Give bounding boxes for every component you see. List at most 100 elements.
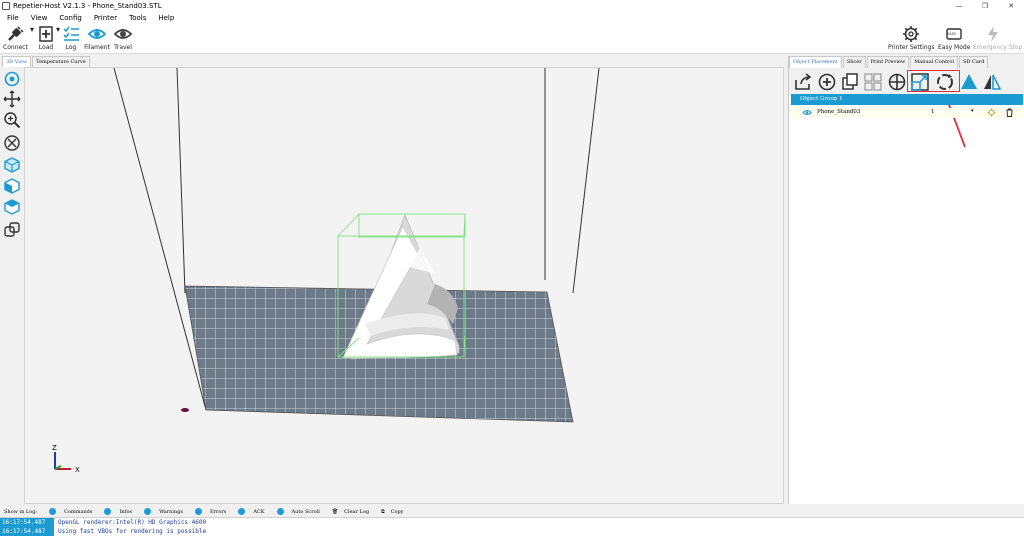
- cut-object-icon[interactable]: [959, 72, 979, 92]
- 3d-viewport[interactable]: Z X: [24, 67, 784, 504]
- visibility-eye-icon[interactable]: [802, 109, 812, 116]
- connect-button[interactable]: Connect: [3, 25, 28, 53]
- filament-label: Filament: [84, 44, 110, 51]
- export-icon[interactable]: [793, 72, 813, 92]
- build-volume-scene: Z X: [52, 68, 600, 474]
- front-view-cube-icon[interactable]: [3, 156, 21, 174]
- log-toolbar: Show in Log: Commands Infos Warnings Err…: [0, 506, 1024, 517]
- minimize-button[interactable]: —: [946, 0, 972, 12]
- eye-icon: [113, 29, 133, 39]
- menu-printer[interactable]: Printer: [87, 12, 122, 24]
- tab-3d-view[interactable]: 3D View: [2, 56, 32, 67]
- easy-badge: EASY: [947, 32, 956, 36]
- zoom-icon[interactable]: [3, 111, 21, 129]
- lightning-icon: [988, 26, 998, 42]
- tab-manual-control[interactable]: Manual Control: [910, 56, 958, 68]
- log-message: Using fast VBOs for rendering is possibl…: [58, 528, 207, 535]
- scale-rotate-highlight: [907, 70, 960, 92]
- title-bar: Repetier-Host V2.1.3 - Phone_Stand03.STL…: [0, 0, 1024, 12]
- center-object-icon[interactable]: [887, 72, 907, 92]
- app-icon: [2, 2, 10, 10]
- filament-button[interactable]: Filament: [84, 25, 110, 53]
- log-filter-infos[interactable]: Infos: [104, 508, 132, 515]
- log-button[interactable]: Log: [62, 25, 80, 53]
- printer-settings-button[interactable]: Printer Settings: [888, 25, 934, 53]
- log-auto-scroll[interactable]: Auto Scroll: [276, 508, 320, 515]
- load-file-icon: [39, 26, 53, 42]
- load-dropdown-icon[interactable]: ▾: [56, 25, 60, 53]
- log-filter-errors[interactable]: Errors: [194, 508, 226, 515]
- log-line: 16:17:54.487 Using fast VBOs for renderi…: [0, 527, 1024, 536]
- rotate-view-icon[interactable]: [3, 70, 21, 88]
- repetier-host-window: Repetier-Host V2.1.3 - Phone_Stand03.STL…: [0, 0, 1024, 543]
- tab-print-preview[interactable]: Print Preview: [866, 56, 910, 68]
- load-label: Load: [38, 44, 54, 51]
- object-row[interactable]: Phone_Stand03 1 ▾: [791, 108, 1023, 118]
- axis-indicator: [54, 452, 71, 470]
- load-button[interactable]: Load: [37, 25, 55, 53]
- emergency-stop-button[interactable]: Emergency Stop: [973, 25, 1023, 53]
- origin-marker: [181, 408, 189, 412]
- reset-view-icon[interactable]: [3, 134, 21, 152]
- toggle-dot-icon: [104, 508, 112, 515]
- log-filter-warnings[interactable]: Warnings: [144, 508, 183, 515]
- log-filter-commands[interactable]: Commands: [49, 508, 92, 515]
- menu-help[interactable]: Help: [151, 12, 179, 24]
- log-list-icon: [63, 26, 79, 41]
- copy-object-icon[interactable]: [840, 72, 860, 92]
- eye-icon: [87, 29, 107, 39]
- printer-settings-label: Printer Settings: [888, 44, 935, 51]
- connect-dropdown-icon[interactable]: ▾: [30, 25, 34, 53]
- log-message: OpenGL renderer:Intel(R) HD Graphics 460…: [58, 519, 207, 526]
- menu-view[interactable]: View: [24, 12, 53, 24]
- log-output[interactable]: 16:17:54.487 OpenGL renderer:Intel(R) HD…: [0, 517, 1024, 543]
- copy-icon: ⧉: [381, 508, 385, 515]
- tab-temperature-curve[interactable]: Temperature Curve: [32, 56, 90, 67]
- right-panel-tabs: Object Placement Slicer Print Preview Ma…: [789, 56, 1024, 68]
- log-filter-ack[interactable]: ACK: [238, 508, 265, 515]
- right-panel: Object Placement Slicer Print Preview Ma…: [788, 56, 1024, 504]
- log-line: 16:17:54.487 OpenGL renderer:Intel(R) HD…: [0, 518, 1024, 527]
- log-timestamp: 16:17:54.487: [0, 518, 54, 527]
- mirror-object-icon[interactable]: [982, 72, 1002, 92]
- menu-bar: File View Config Printer Tools Help: [0, 12, 1024, 24]
- gear-icon[interactable]: [987, 108, 996, 117]
- move-view-icon[interactable]: [3, 90, 21, 108]
- tab-sd-card[interactable]: SD Card: [958, 56, 989, 68]
- maximize-button[interactable]: ❐: [972, 0, 998, 12]
- axis-z-label: Z: [52, 444, 57, 452]
- log-label: Log: [65, 44, 77, 51]
- toggle-dot-icon: [276, 508, 284, 515]
- menu-config[interactable]: Config: [52, 12, 86, 24]
- log-timestamp: 16:17:54.487: [0, 527, 54, 536]
- object-count[interactable]: 1: [931, 109, 935, 115]
- view-tools: [0, 68, 24, 504]
- top-view-cube-icon[interactable]: [3, 198, 21, 216]
- object-name: Phone_Stand03: [817, 109, 861, 115]
- connect-label: Connect: [3, 44, 28, 51]
- tab-object-placement[interactable]: Object Placement: [789, 56, 842, 68]
- easy-mode-label: Easy Mode: [938, 44, 971, 51]
- emergency-stop-label: Emergency Stop: [973, 44, 1023, 51]
- tab-slicer[interactable]: Slicer: [842, 56, 866, 68]
- main-toolbar: Connect ▾ Load ▾ Log Filament Travel Pri…: [0, 24, 1024, 54]
- toggle-dot-icon: [238, 508, 246, 515]
- clear-log-button[interactable]: 🗑 Clear Log: [332, 509, 369, 515]
- window-controls: — ❐ ✕: [946, 0, 1024, 12]
- menu-file[interactable]: File: [0, 12, 24, 24]
- menu-tools[interactable]: Tools: [122, 12, 151, 24]
- window-title: Repetier-Host V2.1.3 - Phone_Stand03.STL: [13, 2, 162, 10]
- toggle-dot-icon: [144, 508, 152, 515]
- trash-icon[interactable]: [1005, 108, 1014, 117]
- trash-icon: 🗑: [331, 508, 339, 515]
- travel-button[interactable]: Travel: [112, 25, 134, 53]
- side-view-cube-icon[interactable]: [3, 177, 21, 195]
- autoposition-icon[interactable]: [863, 72, 883, 92]
- copy-objects-icon[interactable]: [3, 221, 21, 239]
- object-group-header[interactable]: Object Group 1: [791, 94, 1023, 105]
- close-button[interactable]: ✕: [998, 0, 1024, 12]
- copy-log-button[interactable]: ⧉ Copy: [381, 509, 403, 515]
- add-object-icon[interactable]: [817, 72, 837, 92]
- chevron-down-icon[interactable]: ▾: [971, 108, 974, 114]
- easy-mode-button[interactable]: EASY Easy Mode: [938, 25, 970, 53]
